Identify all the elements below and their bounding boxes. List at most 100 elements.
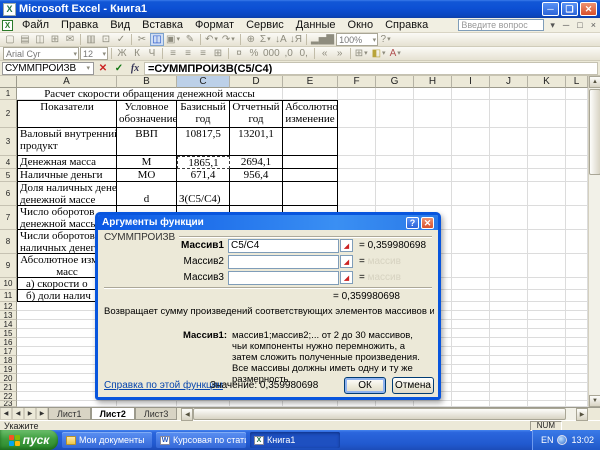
cell-L2[interactable] [566,100,588,128]
array2-input[interactable] [228,254,339,269]
col-header-B[interactable]: B [117,76,177,88]
cell-K3[interactable] [528,128,566,156]
cell-E4[interactable] [283,156,338,169]
cell-B4[interactable]: М [117,156,177,169]
decrease-indent-icon[interactable]: « [318,47,332,60]
cell-A1[interactable]: Расчет скорости обращения денежной массы [17,88,283,100]
cell-I22[interactable] [452,392,490,401]
cell-L21[interactable] [566,383,588,392]
name-box[interactable]: СУММПРОИЗВ ▾ [2,61,94,75]
cell-L12[interactable] [566,302,588,311]
vertical-scroll-thumb[interactable] [589,89,600,175]
cell-L13[interactable] [566,311,588,320]
col-header-K[interactable]: K [528,76,566,88]
autosum-icon[interactable]: Σ ▾ [259,33,273,46]
cell-L14[interactable] [566,320,588,329]
cell-A3[interactable]: Валовый внутренний продукт [17,128,117,156]
cell-J2[interactable] [490,100,528,128]
task-button-2[interactable]: WКурсовая по статис... [156,432,246,448]
cell-L18[interactable] [566,356,588,365]
dialog-help-icon[interactable]: ? [406,216,419,229]
print-preview-icon[interactable]: ⊡ [99,33,113,46]
cell-K10[interactable] [528,278,566,290]
range-selector-icon[interactable]: ◢ [340,271,353,284]
cell-L8[interactable] [566,230,588,254]
row-header-8[interactable]: 8 [0,230,17,254]
cell-J4[interactable] [490,156,528,169]
cell-L7[interactable] [566,206,588,230]
hyperlink-icon[interactable]: ⊕ [244,33,258,46]
cell-J19[interactable] [490,365,528,374]
cell-K11[interactable] [528,290,566,302]
task-button-3[interactable]: X Книга1 [250,432,340,448]
row-header-7[interactable]: 7 [0,206,17,230]
cell-I1[interactable] [452,88,490,100]
row-header-18[interactable]: 18 [0,356,17,365]
dropdown-arrow-icon[interactable]: ▾ [381,48,387,60]
cell-D3[interactable]: 13201,1 [230,128,283,156]
cell-K7[interactable] [528,206,566,230]
cell-I14[interactable] [452,320,490,329]
col-header-F[interactable]: F [338,76,376,88]
underline-button[interactable]: Ч [145,47,159,60]
workbook-minimize-icon[interactable]: ─ [561,19,571,31]
cell-K16[interactable] [528,338,566,347]
col-header-D[interactable]: D [230,76,283,88]
dropdown-arrow-icon[interactable]: ▾ [386,34,392,46]
cell-K20[interactable] [528,374,566,383]
cancel-formula-icon[interactable]: ✕ [96,62,110,75]
cell-J18[interactable] [490,356,528,365]
font-name-select[interactable]: Arial Cyr ▾ [3,47,79,60]
cell-G5[interactable] [376,169,414,182]
cell-A5[interactable]: Наличные деньги [17,169,117,182]
cell-C5[interactable]: 671,4 [177,169,230,182]
save-icon[interactable]: ◫ [33,33,47,46]
cell-L1[interactable] [566,88,588,100]
cell-A23[interactable] [17,401,117,407]
cell-A6[interactable]: Доля наличных денег в денежной массе [17,182,117,206]
restore-button[interactable]: ❏ [561,2,578,16]
start-button[interactable]: пуск [0,430,58,450]
cell-H23[interactable] [414,401,452,407]
cell-K13[interactable] [528,311,566,320]
row-header-5[interactable]: 5 [0,169,17,182]
menu-item-8[interactable]: Окно [342,18,380,32]
cell-I19[interactable] [452,365,490,374]
cell-L19[interactable] [566,365,588,374]
cell-D23[interactable] [230,401,283,407]
menu-item-1[interactable]: Файл [16,18,55,32]
formula-input[interactable]: =СУММПРОИЗВ(C5/C4) [144,61,598,75]
dropdown-arrow-icon[interactable]: ▾ [363,48,369,60]
cell-G6[interactable] [376,182,414,206]
row-header-20[interactable]: 20 [0,374,17,383]
align-right-icon[interactable]: ≡ [196,47,210,60]
menu-item-9[interactable]: Справка [379,18,434,32]
cell-H1[interactable] [414,88,452,100]
row-header-13[interactable]: 13 [0,311,17,320]
row-header-14[interactable]: 14 [0,320,17,329]
cell-C6[interactable]: З(C5/C4) [177,182,230,206]
cell-I13[interactable] [452,311,490,320]
dialog-close-icon[interactable]: ✕ [421,216,434,229]
tab-scroll-first-icon[interactable]: ◀ [0,408,12,420]
sheet-tab-1[interactable]: Лист1 [48,408,91,420]
cell-H3[interactable] [414,128,452,156]
cell-L5[interactable] [566,169,588,182]
menu-item-6[interactable]: Сервис [240,18,290,32]
row-header-3[interactable]: 3 [0,128,17,156]
row-header-11[interactable]: 11 [0,290,17,302]
cell-J8[interactable] [490,230,528,254]
cell-E5[interactable] [283,169,338,182]
cell-J15[interactable] [490,329,528,338]
cell-H6[interactable] [414,182,452,206]
range-selector-icon[interactable]: ◢ [340,255,353,268]
italic-button[interactable]: К [130,47,144,60]
align-center-icon[interactable]: ≡ [181,47,195,60]
cell-J21[interactable] [490,383,528,392]
close-button[interactable]: ✕ [580,2,597,16]
cell-C4[interactable]: 1865,1 [177,156,230,169]
scroll-left-icon[interactable]: ◀ [181,408,194,421]
cell-J6[interactable] [490,182,528,206]
cell-L16[interactable] [566,338,588,347]
cell-K8[interactable] [528,230,566,254]
